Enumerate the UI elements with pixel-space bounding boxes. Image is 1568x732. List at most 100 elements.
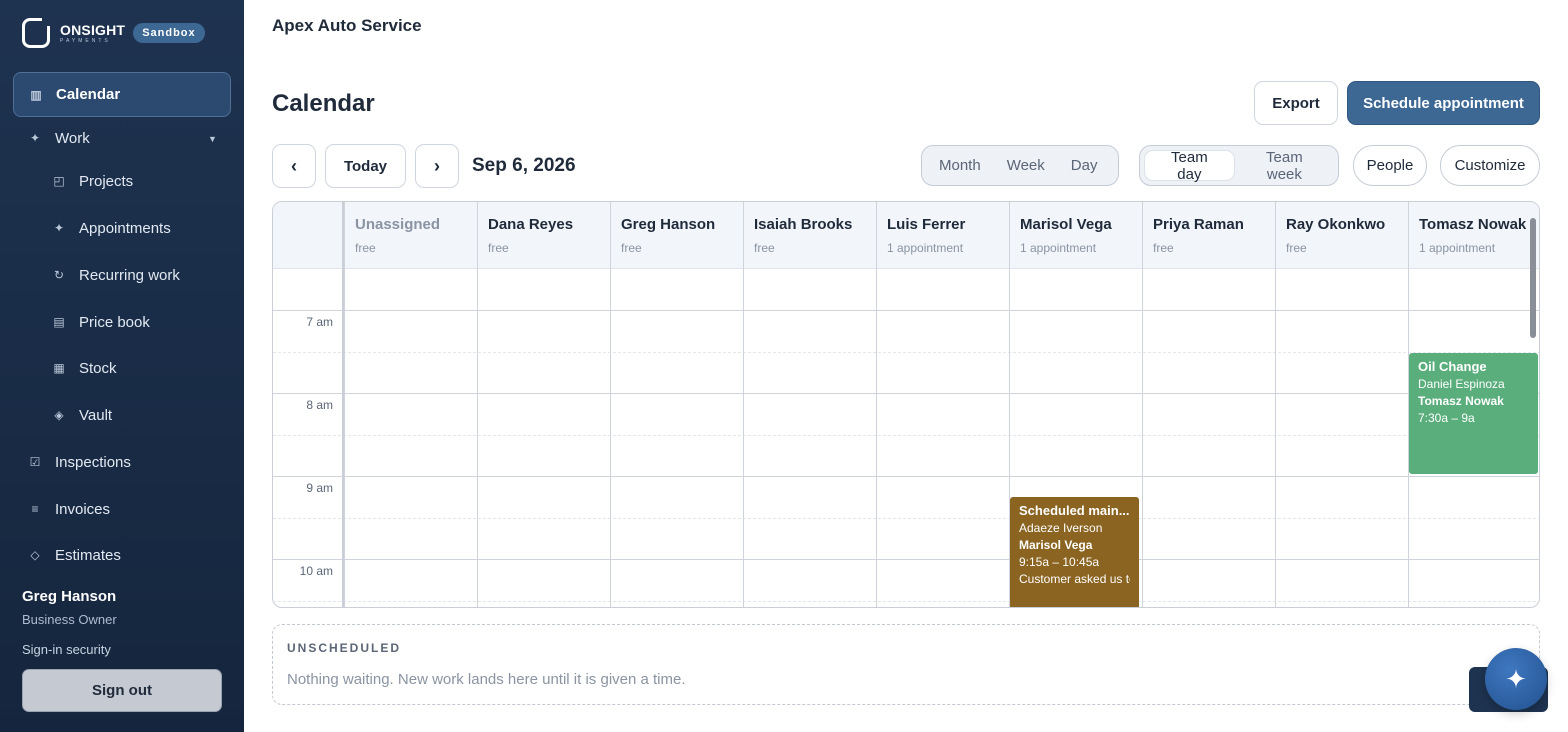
- column-status: free: [1153, 241, 1174, 255]
- sidebar-item-appointments[interactable]: ✦ Appointments: [51, 217, 171, 239]
- sidebar-item-projects[interactable]: ◰ Projects: [51, 170, 133, 192]
- appointment-note: Customer asked us to: [1019, 572, 1130, 586]
- sidebar-item-invoices[interactable]: ≡ Invoices: [27, 498, 110, 520]
- unscheduled-title: UNSCHEDULED: [287, 641, 402, 655]
- sparkle-icon: ✦: [29, 131, 41, 145]
- unscheduled-empty-text: Nothing waiting. New work lands here unt…: [287, 671, 686, 688]
- sidebar-item-recurring-work[interactable]: ↻ Recurring work: [51, 264, 180, 286]
- appointment-title: Oil Change: [1418, 359, 1487, 374]
- view-team-week[interactable]: Team week: [1235, 149, 1334, 183]
- list-icon: ≡: [31, 502, 39, 516]
- column-greg-hanson[interactable]: Greg Hanson free: [610, 202, 743, 607]
- view-switcher: Month Week Day: [921, 145, 1119, 186]
- view-week[interactable]: Week: [994, 150, 1058, 181]
- sidebar-item-label: Price book: [79, 313, 150, 331]
- appointment-time: 7:30a – 9a: [1418, 411, 1475, 425]
- sidebar-item-stock[interactable]: ▦ Stock: [51, 357, 117, 379]
- column-name: Marisol Vega: [1020, 216, 1112, 233]
- column-name: Dana Reyes: [488, 216, 574, 233]
- appointment-assignee: Tomasz Nowak: [1418, 394, 1504, 408]
- sidebar-item-label: Appointments: [79, 219, 171, 237]
- time-label: 8 am: [306, 398, 333, 412]
- sidebar-item-label: Projects: [79, 172, 134, 190]
- prev-day-button[interactable]: ‹: [272, 144, 316, 188]
- sign-out-button[interactable]: Sign out: [22, 669, 222, 712]
- brand-subtitle: PAYMENTS: [60, 37, 111, 44]
- brand: ONSIGHT PAYMENTS Sandbox: [22, 17, 205, 48]
- appointment-customer: Daniel Espinoza: [1418, 377, 1505, 391]
- diamond-icon: ◈: [54, 408, 64, 422]
- sidebar-item-calendar[interactable]: ▥ Calendar: [13, 72, 231, 117]
- diamond-outline-icon: ◇: [30, 548, 40, 562]
- sidebar-item-estimates[interactable]: ◇ Estimates: [27, 544, 121, 566]
- sidebar-item-label: Vault: [79, 406, 113, 424]
- column-status: free: [1286, 241, 1307, 255]
- column-name: Tomasz Nowak: [1419, 216, 1527, 233]
- sidebar-item-label: Estimates: [55, 546, 121, 564]
- appointment-assignee: Marisol Vega: [1019, 538, 1093, 552]
- column-dana-reyes[interactable]: Dana Reyes free: [477, 202, 610, 607]
- sidebar-item-label: Recurring work: [79, 266, 180, 284]
- column-name: Unassigned: [355, 216, 441, 233]
- calendar-scrollbar[interactable]: [1530, 218, 1536, 338]
- sandbox-badge: Sandbox: [133, 23, 205, 43]
- sidebar-item-label: Invoices: [55, 500, 111, 518]
- sidebar-item-inspections[interactable]: ☑ Inspections: [27, 451, 131, 473]
- people-button[interactable]: People: [1353, 145, 1427, 186]
- sidebar-item-work[interactable]: ✦ Work: [27, 127, 90, 149]
- sparkle-icon: ✦: [53, 221, 65, 235]
- onsight-logo-icon: [22, 17, 51, 48]
- view-month[interactable]: Month: [926, 150, 994, 181]
- column-name: Priya Raman: [1153, 216, 1244, 233]
- sidebar-item-label: Stock: [79, 359, 117, 377]
- sidebar-item-label: Calendar: [56, 86, 121, 103]
- appointment-time: 9:15a – 10:45a: [1019, 555, 1100, 569]
- user-role: Business Owner: [22, 612, 117, 627]
- assistant-sparkle-icon[interactable]: ✦: [1485, 648, 1547, 710]
- sidebar-item-vault[interactable]: ◈ Vault: [51, 404, 112, 426]
- column-priya-raman[interactable]: Priya Raman free: [1142, 202, 1275, 607]
- book-icon: ▤: [53, 315, 65, 329]
- column-status: free: [488, 241, 509, 255]
- page-title: Calendar: [272, 90, 375, 117]
- appointment-card[interactable]: Scheduled main... Adaeze Iverson Marisol…: [1010, 497, 1139, 607]
- time-label: 9 am: [306, 481, 333, 495]
- export-button[interactable]: Export: [1254, 81, 1338, 125]
- column-unassigned[interactable]: Unassigned free: [344, 202, 477, 607]
- sidebar-item-label: Inspections: [55, 453, 131, 471]
- grid-icon: ▦: [53, 361, 65, 375]
- column-ray-okonkwo[interactable]: Ray Okonkwo free: [1275, 202, 1408, 607]
- projects-icon: ◰: [53, 174, 65, 188]
- refresh-icon: ↻: [53, 268, 65, 282]
- chevron-down-icon[interactable]: ▼: [208, 134, 217, 144]
- view-team-day[interactable]: Team day: [1144, 149, 1235, 183]
- unscheduled-panel: UNSCHEDULED Nothing waiting. New work la…: [272, 624, 1540, 705]
- time-label: 10 am: [299, 564, 333, 578]
- column-name: Ray Okonkwo: [1286, 216, 1386, 233]
- schedule-appointment-button[interactable]: Schedule appointment: [1347, 81, 1540, 125]
- current-date: Sep 6, 2026: [472, 155, 576, 176]
- view-day[interactable]: Day: [1058, 150, 1111, 181]
- appointment-title: Scheduled main...: [1019, 503, 1130, 518]
- column-status: 1 appointment: [887, 241, 964, 255]
- time-column: 7 am 8 am 9 am 10 am: [273, 202, 344, 607]
- column-status: free: [754, 241, 775, 255]
- sidebar-item-price-book[interactable]: ▤ Price book: [51, 311, 150, 333]
- brand-name: ONSIGHT: [60, 21, 126, 38]
- sign-in-security-link[interactable]: Sign-in security: [22, 642, 111, 657]
- column-status: free: [621, 241, 642, 255]
- calendar-icon: ▥: [30, 87, 42, 102]
- column-status: free: [355, 241, 376, 255]
- appointment-card[interactable]: Oil Change Daniel Espinoza Tomasz Nowak …: [1409, 353, 1538, 474]
- team-day-calendar: 7 am 8 am 9 am 10 am Unassigned free Dan…: [272, 201, 1540, 608]
- column-name: Luis Ferrer: [887, 216, 966, 233]
- next-day-button[interactable]: ›: [415, 144, 459, 188]
- column-isaiah-brooks[interactable]: Isaiah Brooks free: [743, 202, 876, 607]
- organization-name: Apex Auto Service: [272, 16, 422, 35]
- column-luis-ferrer[interactable]: Luis Ferrer 1 appointment: [876, 202, 1009, 607]
- checkbox-icon: ☑: [29, 455, 41, 469]
- column-status: 1 appointment: [1419, 241, 1496, 255]
- sidebar: ONSIGHT PAYMENTS Sandbox ▥ Calendar ✦ Wo…: [0, 0, 244, 732]
- today-button[interactable]: Today: [325, 144, 406, 188]
- customize-button[interactable]: Customize: [1440, 145, 1540, 186]
